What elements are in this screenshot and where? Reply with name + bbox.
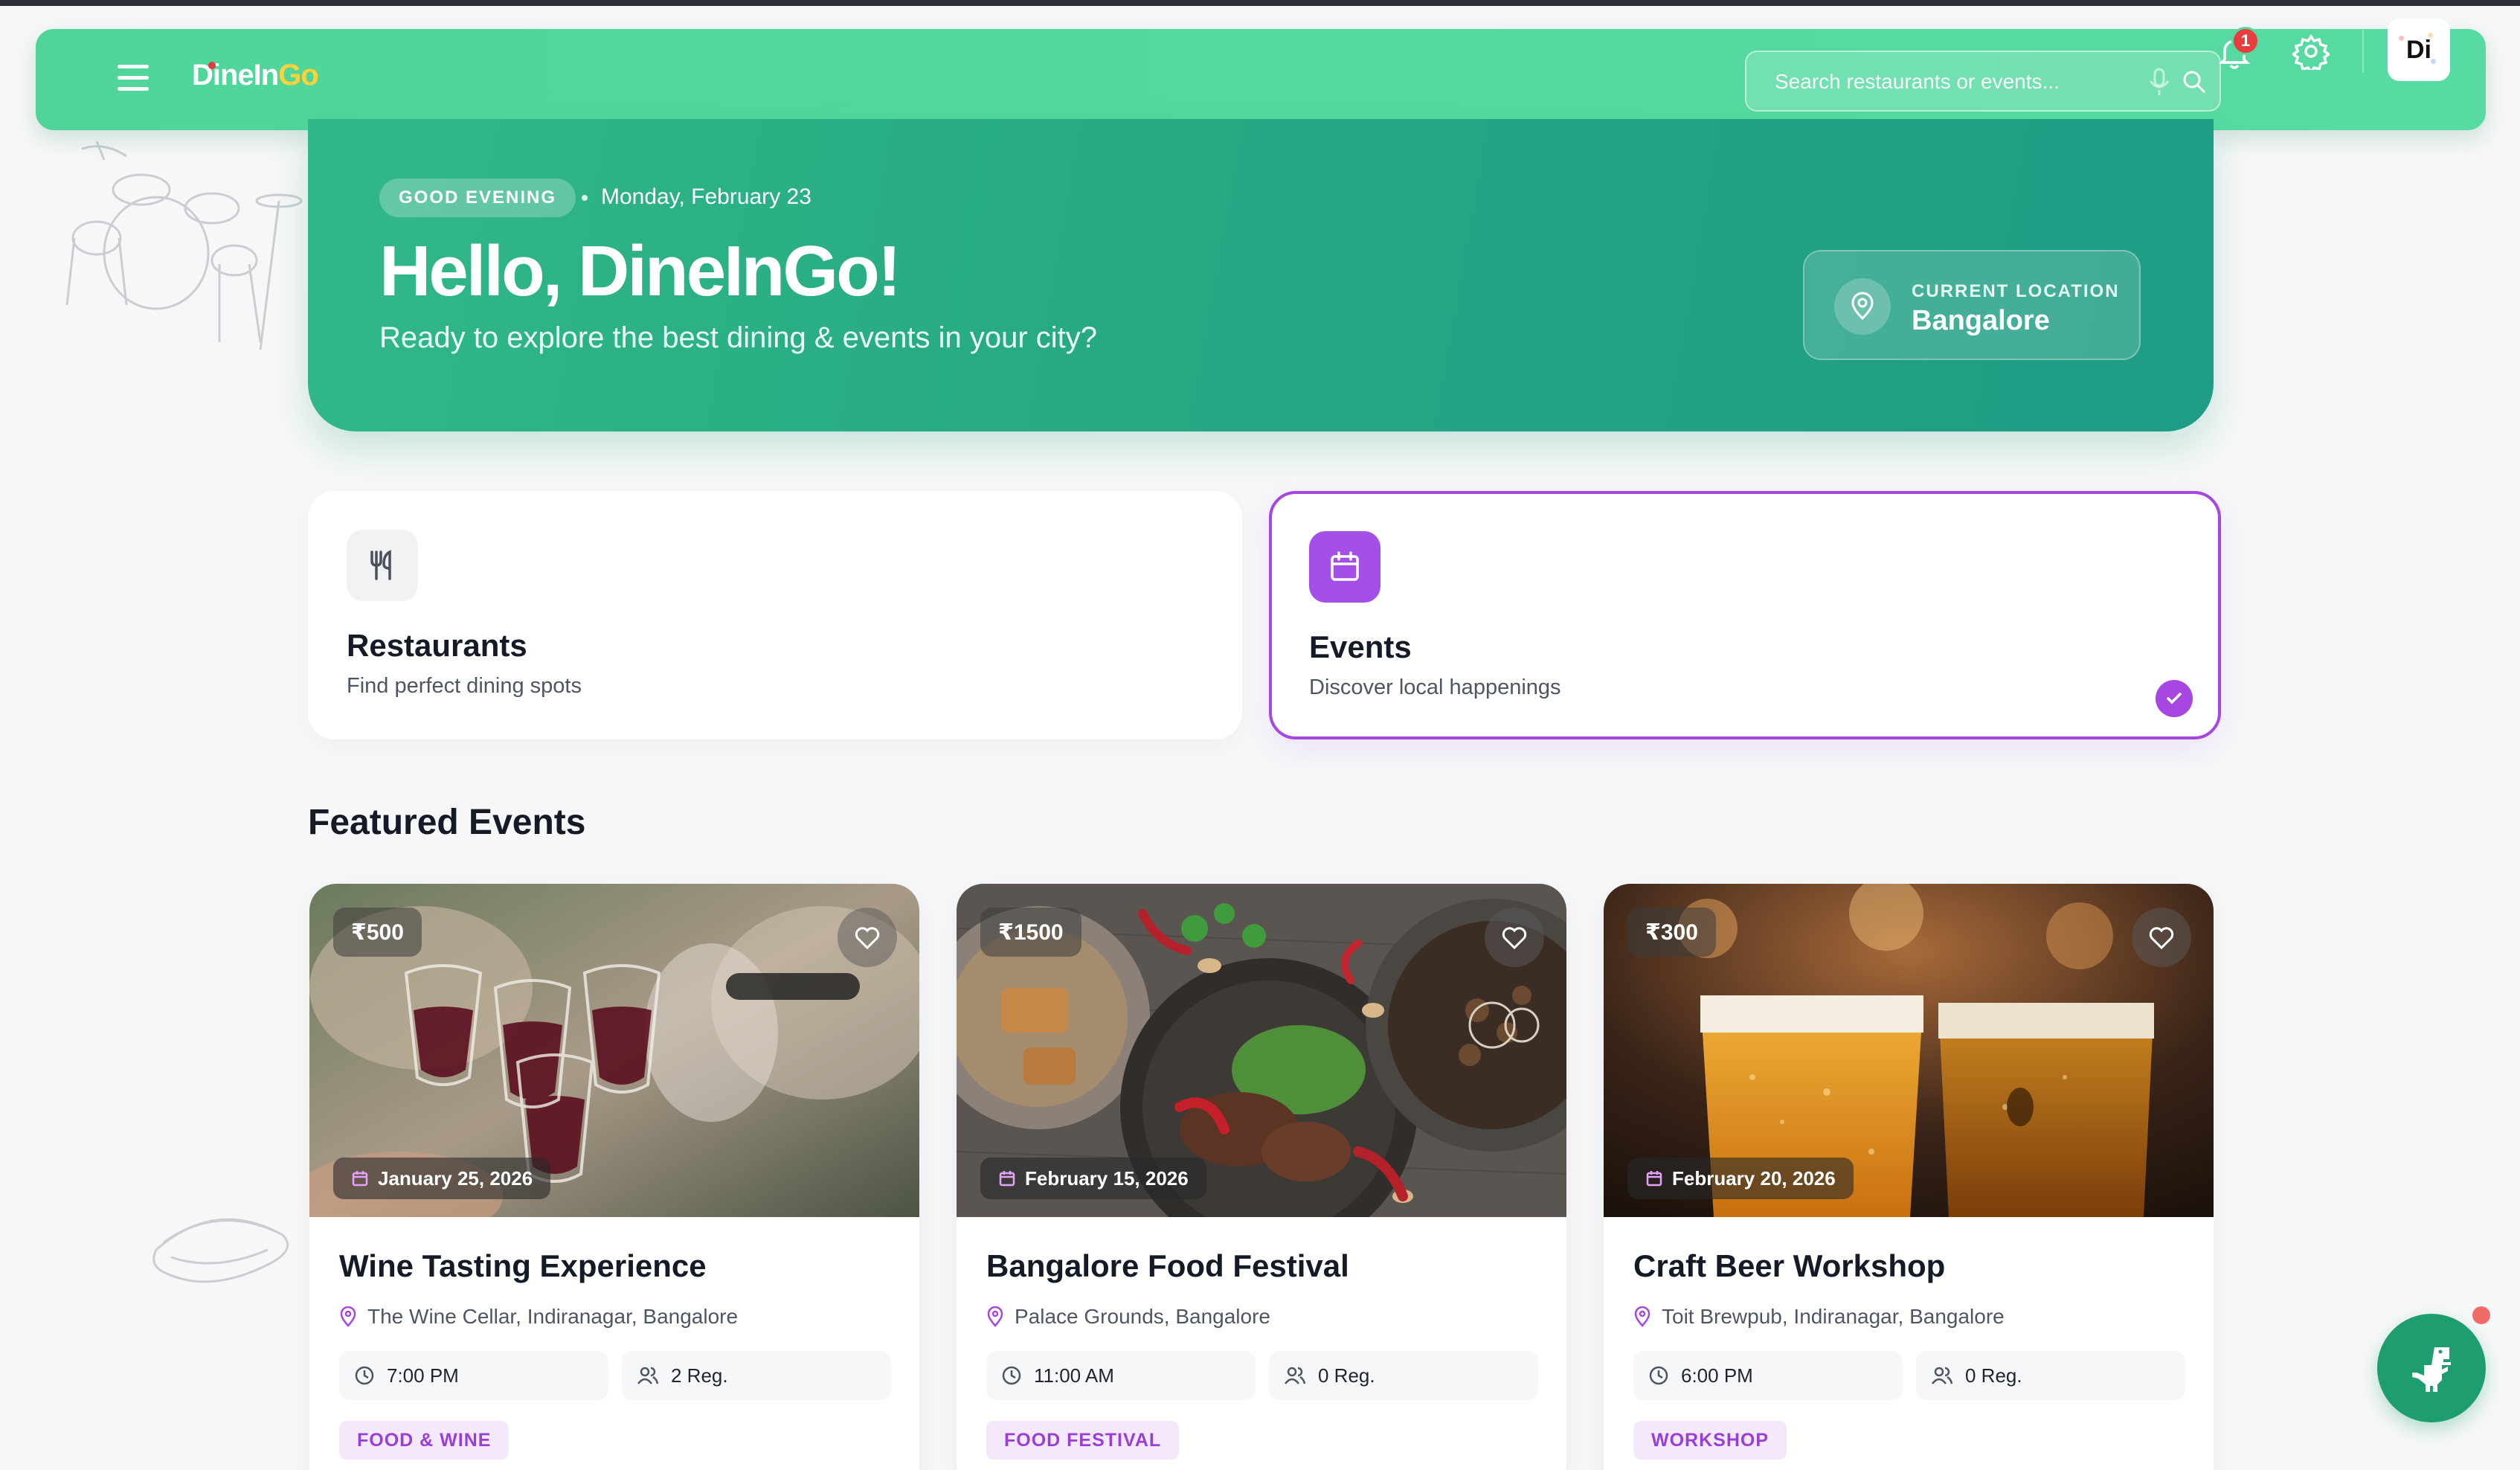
event-date: February 15, 2026 [1025, 1166, 1189, 1190]
calendar-small-icon [1646, 1171, 1662, 1187]
users-icon [637, 1367, 659, 1384]
event-category-tag[interactable]: FOOD & WINE [339, 1421, 510, 1460]
hero-separator-dot [582, 195, 588, 201]
event-location: Toit Brewpub, Indiranagar, Bangalore [1633, 1305, 2005, 1329]
logo-dot [208, 62, 216, 69]
event-card[interactable]: ₹500 January 25, 2026 Wine Tasting Exper… [309, 884, 919, 1470]
event-time: 11:00 AM [986, 1351, 1256, 1400]
clock-icon [1649, 1366, 1668, 1385]
microphone-icon[interactable] [2148, 67, 2170, 97]
event-time-text: 6:00 PM [1681, 1364, 1753, 1387]
fork-knife-icon [347, 530, 418, 601]
event-date-pill: February 20, 2026 [1627, 1158, 1854, 1199]
event-location: The Wine Cellar, Indiranagar, Bangalore [339, 1305, 738, 1329]
event-date-pill: January 25, 2026 [333, 1158, 551, 1199]
hotdog-doodle [152, 1218, 289, 1283]
event-date: February 20, 2026 [1672, 1166, 1836, 1190]
calendar-icon [1309, 531, 1380, 603]
settings-gear-icon[interactable] [2292, 33, 2330, 70]
favorite-heart-icon[interactable] [2132, 908, 2191, 967]
logo-text-go: Go [278, 59, 319, 92]
navbar-divider [2362, 30, 2364, 73]
price-badge: ₹500 [333, 908, 422, 957]
selected-check-icon [2156, 680, 2193, 717]
app-logo[interactable]: DineInGo [192, 59, 319, 92]
chatbot-notification-dot [2472, 1306, 2490, 1324]
hero-date: Monday, February 23 [601, 184, 811, 209]
clock-icon [1002, 1366, 1021, 1385]
notification-badge: 1 [2231, 27, 2260, 55]
event-registrations-text: 2 Reg. [671, 1364, 728, 1387]
event-registrations: 0 Reg. [1916, 1351, 2185, 1400]
event-date-pill: February 15, 2026 [980, 1158, 1206, 1199]
event-registrations-text: 0 Reg. [1965, 1364, 2022, 1387]
event-location: Palace Grounds, Bangalore [986, 1305, 1270, 1329]
search-bar [1745, 51, 2221, 112]
event-time-text: 7:00 PM [387, 1364, 459, 1387]
category-description: Find perfect dining spots [347, 674, 582, 698]
calendar-small-icon [999, 1171, 1015, 1187]
drum-kit-doodle [65, 141, 303, 350]
location-pin-icon [1834, 278, 1891, 335]
category-title: Restaurants [347, 628, 527, 663]
location-label: CURRENT LOCATION [1912, 281, 2120, 301]
clock-icon [355, 1366, 374, 1385]
category-description: Discover local happenings [1309, 675, 1561, 699]
event-time-text: 11:00 AM [1034, 1364, 1114, 1387]
favorite-heart-icon[interactable] [838, 908, 897, 967]
event-time: 6:00 PM [1633, 1351, 1903, 1400]
event-registrations: 2 Reg. [622, 1351, 891, 1400]
hero-banner: GOOD EVENING Monday, February 23 Hello, … [308, 119, 2214, 431]
event-category-tag[interactable]: WORKSHOP [1633, 1421, 1787, 1460]
calendar-small-icon [352, 1171, 368, 1187]
dinosaur-icon [2412, 1347, 2451, 1392]
event-card[interactable]: ₹300 February 20, 2026 Craft Beer Worksh… [1604, 884, 2214, 1470]
category-title: Events [1309, 629, 1412, 664]
event-registrations: 0 Reg. [1269, 1351, 1538, 1400]
event-registrations-text: 0 Reg. [1318, 1364, 1375, 1387]
favorite-heart-icon[interactable] [1485, 908, 1544, 967]
price-badge: ₹300 [1627, 908, 1716, 957]
users-icon [1932, 1367, 1953, 1384]
event-title: Bangalore Food Festival [986, 1248, 1349, 1283]
users-icon [1285, 1367, 1306, 1384]
event-title: Wine Tasting Experience [339, 1248, 707, 1283]
event-location-text: Palace Grounds, Bangalore [1015, 1305, 1270, 1328]
location-pin-icon [340, 1306, 356, 1327]
hero-subtitle: Ready to explore the best dining & event… [379, 321, 1097, 354]
event-location-text: Toit Brewpub, Indiranagar, Bangalore [1662, 1305, 2005, 1328]
hero-title: Hello, DineInGo! [379, 231, 901, 311]
event-category-tag[interactable]: FOOD FESTIVAL [986, 1421, 1180, 1460]
location-city: Bangalore [1912, 305, 2050, 336]
current-location-button[interactable]: CURRENT LOCATION Bangalore [1803, 250, 2141, 360]
logo-text-dinein: DineIn [192, 59, 279, 92]
event-card[interactable]: ₹1500 February 15, 2026 Bangalore Food F… [957, 884, 1566, 1470]
search-input[interactable] [1775, 67, 2124, 97]
category-events-card[interactable]: Events Discover local happenings [1269, 491, 2221, 739]
top-navbar: DineInGo [36, 29, 2486, 130]
event-date: January 25, 2026 [378, 1166, 533, 1190]
chatbot-button[interactable] [2377, 1314, 2486, 1422]
event-location-text: The Wine Cellar, Indiranagar, Bangalore [367, 1305, 739, 1328]
featured-events-heading: Featured Events [308, 803, 586, 842]
category-restaurants-card[interactable]: Restaurants Find perfect dining spots [308, 491, 1242, 739]
menu-icon[interactable] [118, 65, 149, 93]
greeting-badge: GOOD EVENING [379, 179, 576, 217]
event-title: Craft Beer Workshop [1633, 1248, 1946, 1283]
browser-top-strip [0, 0, 2520, 6]
search-icon[interactable] [2181, 68, 2208, 95]
event-time: 7:00 PM [339, 1351, 608, 1400]
user-avatar[interactable]: Di [2388, 19, 2450, 81]
location-pin-icon [1634, 1306, 1650, 1327]
location-pin-icon [987, 1306, 1003, 1327]
price-badge: ₹1500 [980, 908, 1081, 957]
